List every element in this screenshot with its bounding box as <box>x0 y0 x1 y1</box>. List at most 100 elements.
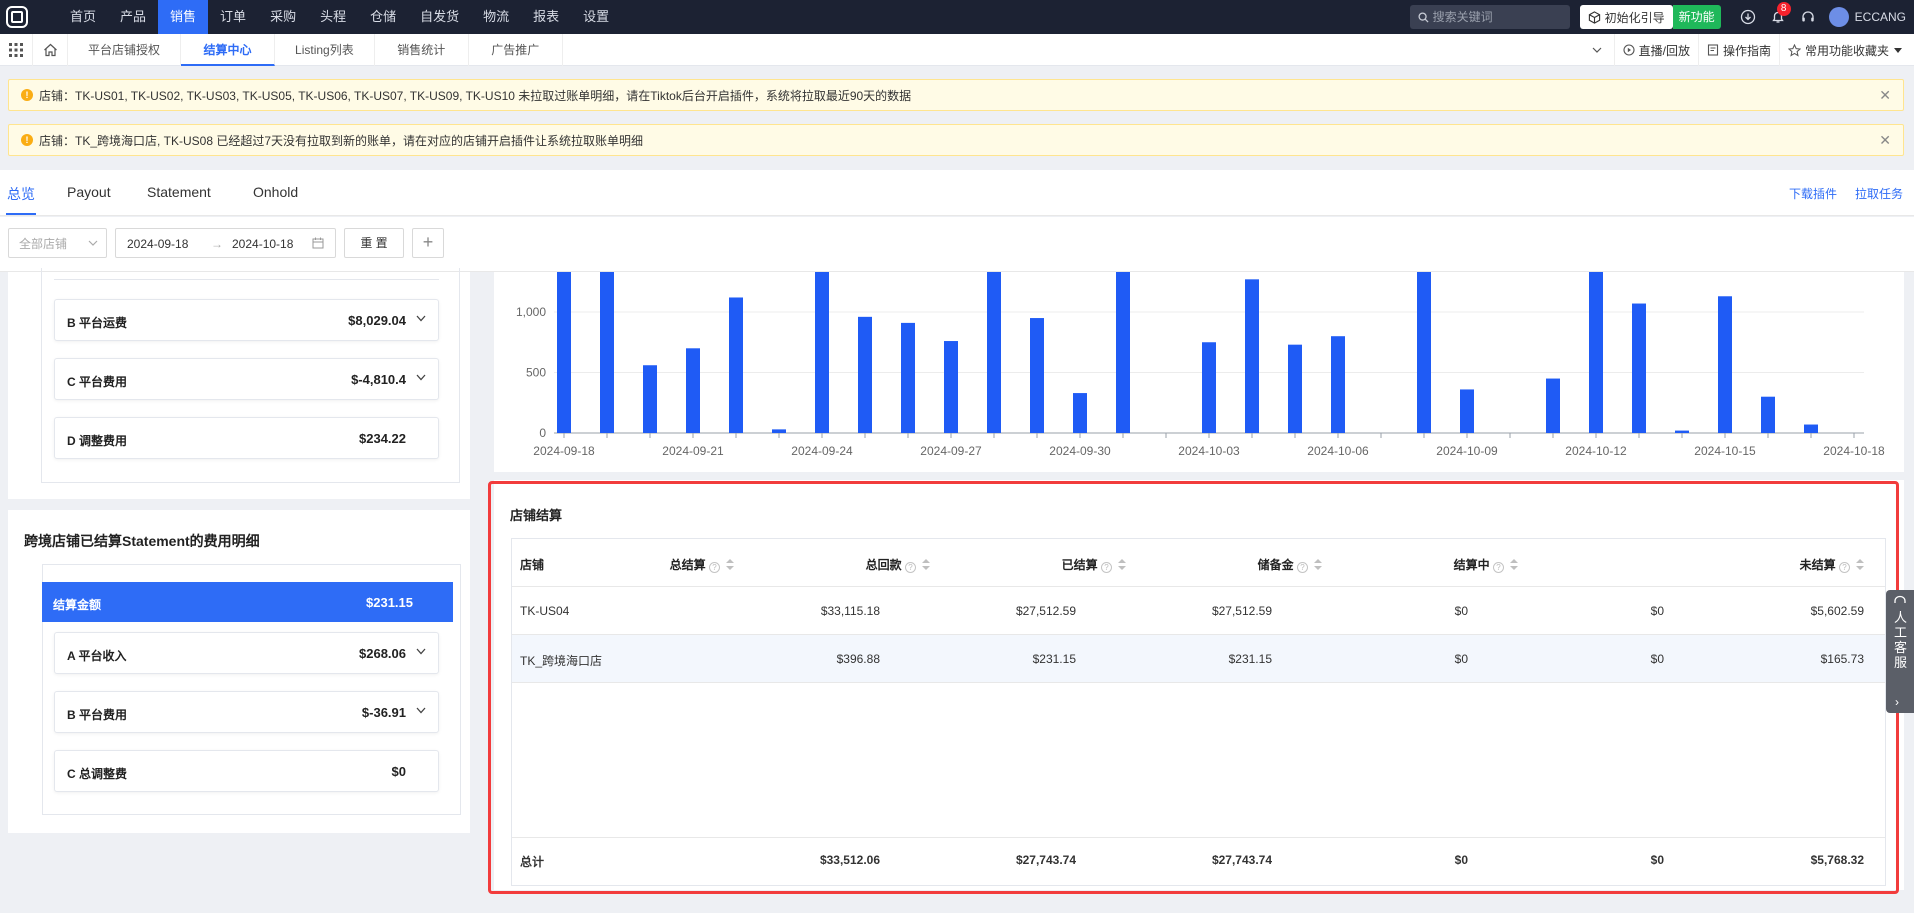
sort-icon[interactable] <box>1118 559 1126 571</box>
apps-grid-icon[interactable] <box>0 42 32 57</box>
home-icon[interactable] <box>32 33 68 66</box>
avatar <box>1828 7 1849 27</box>
cell-total-settlement: $396.88 <box>836 652 880 666</box>
tab-payout[interactable]: Payout <box>67 184 111 200</box>
nav-item-purchasing[interactable]: 采购 <box>258 0 308 34</box>
download-icon[interactable] <box>1733 0 1763 34</box>
new-feature-button[interactable]: 新功能 <box>1672 5 1721 29</box>
bar-09-25 <box>858 316 872 433</box>
nav-item-settings[interactable]: 设置 <box>571 0 621 34</box>
help-icon[interactable]: ? <box>1101 562 1112 573</box>
tab-listing-list[interactable]: Listing列表 <box>275 33 375 66</box>
fetch-task-link[interactable]: 拉取任务 <box>1855 185 1903 202</box>
settlement-bar-chart: 05001,0001,5002,0002024-09-182024-09-212… <box>494 272 1904 472</box>
nav-item-orders[interactable]: 订单 <box>208 0 258 34</box>
tab-ad-promotion[interactable]: 广告推广 <box>469 33 563 66</box>
cell-total-settled: $27,743.74 <box>1211 853 1272 867</box>
bar-10-16 <box>1761 396 1775 433</box>
date-end[interactable]: 2024-10-18 <box>232 237 293 251</box>
x-tick-label: 2024-10-18 <box>1823 444 1885 458</box>
nav-item-self-shipping[interactable]: 自发货 <box>408 0 471 34</box>
fee-row-platform-shipping[interactable]: B 平台运费 $8,029.04 <box>54 299 439 341</box>
x-tick-label: 2024-09-30 <box>1049 444 1111 458</box>
notification-badge: 8 <box>1776 2 1791 16</box>
help-icon[interactable]: ? <box>709 562 720 573</box>
operation-guide-link[interactable]: 操作指南 <box>1697 34 1779 66</box>
download-plugin-link[interactable]: 下载插件 <box>1789 185 1837 202</box>
bell-icon[interactable]: 8 <box>1763 0 1793 34</box>
col-header-settling[interactable]: 结算中 ? <box>1454 556 1518 573</box>
date-range-picker[interactable]: 2024-09-18 → 2024-10-18 <box>115 228 336 258</box>
help-icon[interactable]: ? <box>1297 562 1308 573</box>
tab-statement[interactable]: Statement <box>147 184 211 200</box>
username: ECCANG <box>1854 10 1906 24</box>
table-row[interactable]: TK_跨境海口店 $396.88 $231.15 $231.15 $0 $0 $… <box>512 635 1885 683</box>
col-header-total-payback[interactable]: 总回款 ? <box>866 556 930 573</box>
reset-button[interactable]: 重 置 <box>344 228 404 258</box>
customer-service-float[interactable]: 人工客服 › <box>1886 590 1914 713</box>
col-header-settled[interactable]: 已结算 ? <box>1062 556 1126 573</box>
close-icon[interactable]: ✕ <box>1879 133 1891 147</box>
nav-item-first-leg[interactable]: 头程 <box>308 0 358 34</box>
help-icon[interactable]: ? <box>1839 562 1850 573</box>
close-icon[interactable]: ✕ <box>1879 88 1891 102</box>
init-guide-label: 初始化引导 <box>1604 10 1665 25</box>
chevron-down-icon <box>416 648 426 655</box>
fee-row-platform-fees[interactable]: C 平台费用 $-4,810.4 <box>54 358 439 400</box>
tab-onhold[interactable]: Onhold <box>253 184 298 200</box>
sort-icon[interactable] <box>726 559 734 571</box>
search-input[interactable] <box>1432 10 1563 24</box>
sort-icon[interactable] <box>1856 559 1864 571</box>
tab-overview[interactable]: 总览 <box>7 184 35 204</box>
top-nav-right: 初始化引导 新功能 8 ECCANG <box>1409 0 1914 34</box>
bar-09-26 <box>901 322 915 433</box>
fee-row-value: $8,029.04 <box>348 313 406 328</box>
sort-icon[interactable] <box>1314 559 1322 571</box>
table-total-row: 总计 $33,512.06 $27,743.74 $27,743.74 $0 $… <box>512 837 1885 885</box>
global-search[interactable] <box>1409 5 1570 29</box>
tab-settlement-center[interactable]: 结算中心 <box>181 33 276 66</box>
cell-reserve: $0 <box>1454 604 1468 618</box>
headset-icon[interactable] <box>1793 0 1823 34</box>
app-logo[interactable] <box>0 0 34 34</box>
store-settlement-title: 店铺结算 <box>510 508 563 523</box>
live-replay-link[interactable]: 直播/回放 <box>1613 34 1698 66</box>
favorites-menu[interactable]: 常用功能收藏夹 <box>1778 34 1914 66</box>
x-tick-label: 2024-09-24 <box>791 444 853 458</box>
help-icon[interactable]: ? <box>905 562 916 573</box>
date-start[interactable]: 2024-09-18 <box>127 237 188 251</box>
help-icon[interactable]: ? <box>1493 562 1504 573</box>
nav-item-logistics[interactable]: 物流 <box>471 0 521 34</box>
add-filter-button[interactable]: + <box>412 228 444 258</box>
nav-item-products[interactable]: 产品 <box>108 0 158 34</box>
nav-item-sales[interactable]: 销售 <box>158 0 209 34</box>
col-header-total-settlement[interactable]: 总结算 ? <box>670 556 734 573</box>
bar-09-30 <box>1073 393 1087 433</box>
sort-icon[interactable] <box>922 559 930 571</box>
col-header-reserve[interactable]: 储备金 ? <box>1258 556 1322 573</box>
nav-item-reports[interactable]: 报表 <box>521 0 571 34</box>
tabs-dropdown[interactable] <box>1584 34 1614 66</box>
cell-total-settling: $0 <box>1650 853 1664 867</box>
cell-total-settlement: $33,512.06 <box>819 853 880 867</box>
tab-sales-stats[interactable]: 销售统计 <box>375 33 469 66</box>
nav-item-warehouse[interactable]: 仓储 <box>358 0 408 34</box>
bar-09-28 <box>987 272 1001 433</box>
bar-10-04 <box>1245 279 1259 433</box>
table-row[interactable]: TK-US04 $33,115.18 $27,512.59 $27,512.59… <box>512 587 1885 635</box>
bar-09-24 <box>815 272 829 433</box>
nav-item-home[interactable]: 首页 <box>58 0 108 34</box>
store-select[interactable]: 全部店铺 <box>8 228 107 258</box>
tab-platform-store-auth[interactable]: 平台店铺授权 <box>68 33 182 66</box>
bar-09-21 <box>686 348 700 433</box>
sort-icon[interactable] <box>1510 559 1518 571</box>
fee-row-platform-cost[interactable]: B 平台费用 $-36.91 <box>54 691 439 733</box>
top-navigation: 首页 产品 销售 订单 采购 头程 仓储 自发货 物流 报表 设置 初始化引导 … <box>0 0 1914 34</box>
bar-10-01 <box>1116 272 1130 433</box>
arrow-right-icon: → <box>211 237 223 251</box>
init-guide-button[interactable]: 初始化引导 <box>1579 5 1673 29</box>
user-menu[interactable]: ECCANG <box>1828 7 1906 27</box>
col-header-unsettled[interactable]: 未结算 ? <box>1800 556 1864 573</box>
subtab-bar: 总览 Payout Statement Onhold 下载插件 拉取任务 <box>0 170 1914 216</box>
fee-row-platform-income[interactable]: A 平台收入 $268.06 <box>54 632 439 674</box>
